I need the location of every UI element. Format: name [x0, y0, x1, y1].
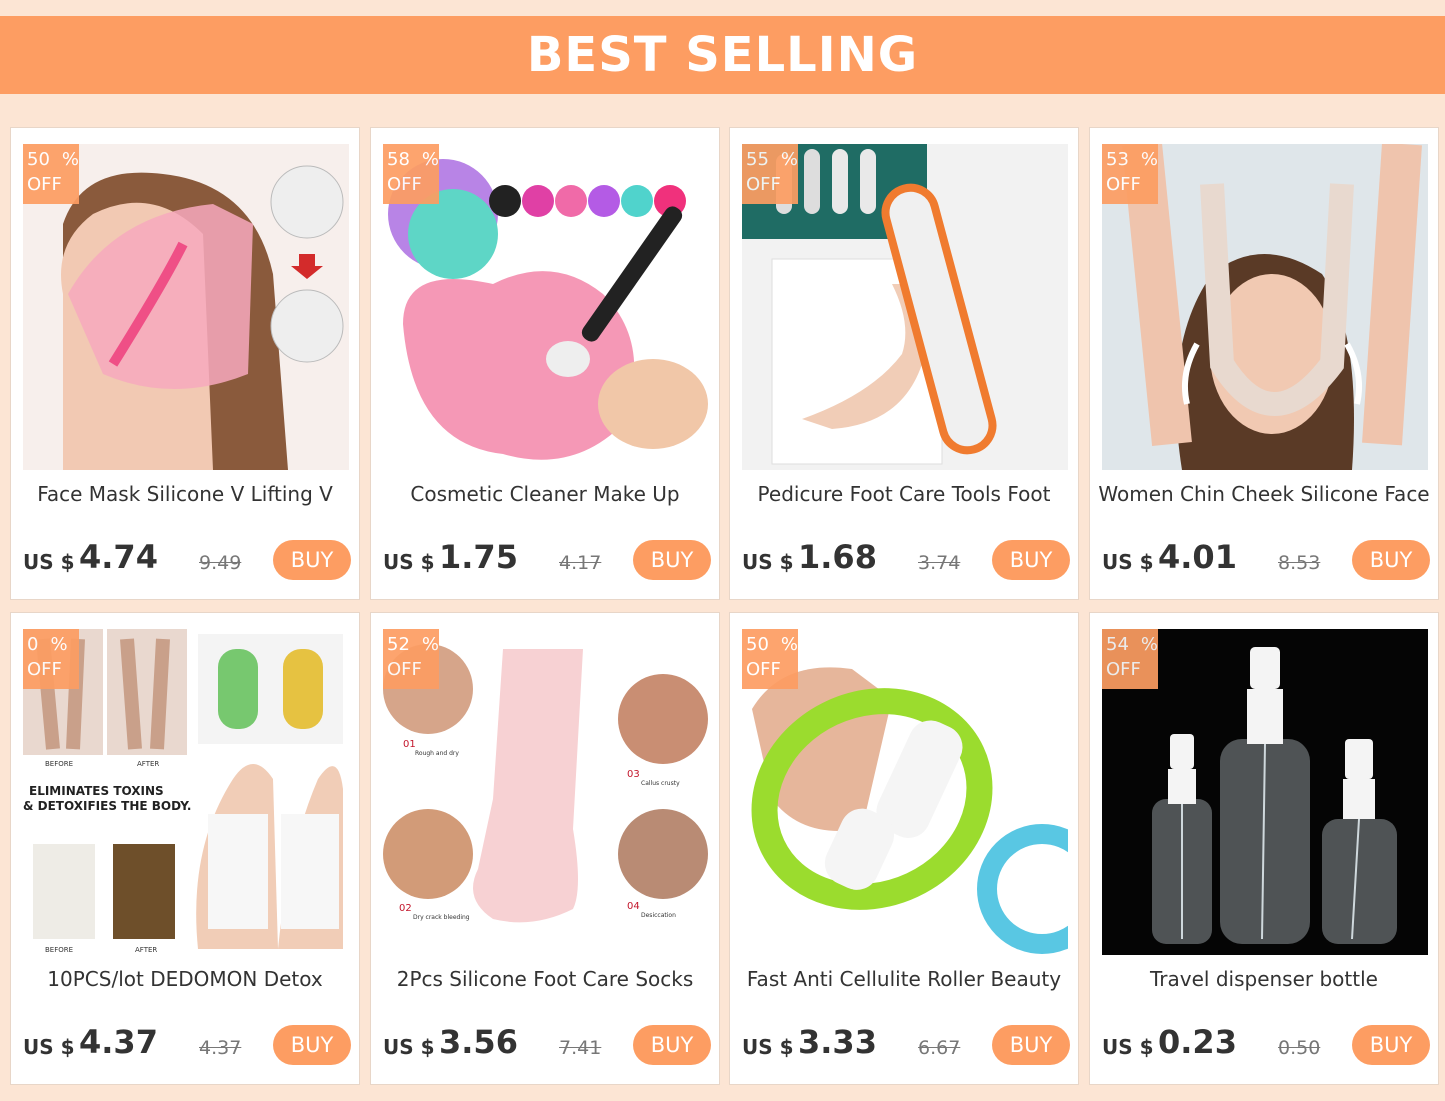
product-title[interactable]: Pedicure Foot Care Tools Foot	[736, 482, 1072, 514]
discount-badge: 58% OFF	[383, 144, 439, 204]
discount-badge: 0% OFF	[23, 629, 79, 689]
discount-badge: 53% OFF	[1102, 144, 1158, 204]
original-price: 9.49	[199, 552, 242, 574]
product-card[interactable]: 50% OFF Face Mask Silicone V Lifting V U…	[10, 127, 360, 600]
original-price: 4.17	[559, 552, 602, 574]
buy-button[interactable]: BUY	[992, 540, 1070, 580]
original-price: 3.74	[918, 552, 961, 574]
currency-label: US $	[1102, 550, 1154, 574]
price-row: US $ 1.68 3.74 BUY	[742, 538, 1070, 582]
currency-label: US $	[23, 550, 75, 574]
buy-button[interactable]: BUY	[633, 540, 711, 580]
discount-badge: 52% OFF	[383, 629, 439, 689]
svg-text:03: 03	[627, 769, 640, 780]
sale-price: 4.01	[1158, 538, 1237, 576]
buy-button[interactable]: BUY	[273, 540, 351, 580]
currency-label: US $	[742, 1035, 794, 1059]
price-row: US $ 1.75 4.17 BUY	[383, 538, 711, 582]
product-title[interactable]: Cosmetic Cleaner Make Up	[377, 482, 713, 514]
price-row: US $ 4.37 4.37 BUY	[23, 1023, 351, 1067]
discount-badge: 54% OFF	[1102, 629, 1158, 689]
buy-button[interactable]: BUY	[1352, 1025, 1430, 1065]
price-row: US $ 3.33 6.67 BUY	[742, 1023, 1070, 1067]
price-row: US $ 0.23 0.50 BUY	[1102, 1023, 1430, 1067]
product-photo-foot-file[interactable]: 55% OFF	[742, 144, 1068, 470]
sale-price: 1.68	[798, 538, 877, 576]
product-card[interactable]: 01 Rough and dry 02 Dry crack bleeding 0…	[370, 612, 720, 1085]
product-card[interactable]: 58% OFF Cosmetic Cleaner Make Up US $ 1.…	[370, 127, 720, 600]
discount-badge: 55% OFF	[742, 144, 798, 204]
svg-text:02: 02	[399, 903, 412, 914]
product-photo-detox-patch[interactable]: BEFORE AFTER ELIMINATES TOXINS & DETOXIF…	[23, 629, 349, 955]
original-price: 6.67	[918, 1037, 961, 1059]
sale-price: 4.74	[79, 538, 158, 576]
svg-text:Rough and dry: Rough and dry	[415, 750, 459, 757]
currency-label: US $	[742, 550, 794, 574]
sale-price: 3.56	[439, 1023, 518, 1061]
svg-text:Desiccation: Desiccation	[641, 912, 676, 919]
price-row: US $ 3.56 7.41 BUY	[383, 1023, 711, 1067]
product-photo-brush-cleaner[interactable]: 58% OFF	[383, 144, 709, 470]
currency-label: US $	[1102, 1035, 1154, 1059]
svg-text:AFTER: AFTER	[137, 760, 159, 768]
sale-price: 3.33	[798, 1023, 877, 1061]
buy-button[interactable]: BUY	[1352, 540, 1430, 580]
svg-text:& DETOXIFIES THE BODY.: & DETOXIFIES THE BODY.	[23, 799, 191, 813]
currency-label: US $	[23, 1035, 75, 1059]
price-row: US $ 4.74 9.49 BUY	[23, 538, 351, 582]
svg-text:Dry crack bleeding: Dry crack bleeding	[413, 914, 470, 921]
product-title[interactable]: 10PCS/lot DEDOMON Detox	[17, 967, 353, 999]
discount-badge: 50% OFF	[23, 144, 79, 204]
product-card[interactable]: BEFORE AFTER ELIMINATES TOXINS & DETOXIF…	[10, 612, 360, 1085]
svg-text:BEFORE: BEFORE	[45, 760, 73, 768]
svg-text:04: 04	[627, 901, 640, 912]
svg-text:ELIMINATES TOXINS: ELIMINATES TOXINS	[29, 784, 164, 798]
price-row: US $ 4.01 8.53 BUY	[1102, 538, 1430, 582]
sale-price: 4.37	[79, 1023, 158, 1061]
product-photo-face-mask[interactable]: 50% OFF	[23, 144, 349, 470]
product-title[interactable]: Women Chin Cheek Silicone Face	[1096, 482, 1432, 514]
discount-badge: 50% OFF	[742, 629, 798, 689]
product-title[interactable]: 2Pcs Silicone Foot Care Socks	[377, 967, 713, 999]
svg-text:Callus crusty: Callus crusty	[641, 780, 680, 787]
product-title[interactable]: Face Mask Silicone V Lifting V	[17, 482, 353, 514]
product-grid: 50% OFF Face Mask Silicone V Lifting V U…	[0, 0, 1445, 1101]
svg-text:01: 01	[403, 739, 416, 750]
currency-label: US $	[383, 1035, 435, 1059]
original-price: 0.50	[1278, 1037, 1321, 1059]
product-photo-foot-socks[interactable]: 01 Rough and dry 02 Dry crack bleeding 0…	[383, 629, 709, 955]
svg-text:AFTER: AFTER	[135, 946, 157, 954]
original-price: 8.53	[1278, 552, 1321, 574]
original-price: 7.41	[559, 1037, 602, 1059]
buy-button[interactable]: BUY	[273, 1025, 351, 1065]
product-photo-chin-strap[interactable]: 53% OFF	[1102, 144, 1428, 470]
product-card[interactable]: 53% OFF Women Chin Cheek Silicone Face U…	[1089, 127, 1439, 600]
svg-text:BEFORE: BEFORE	[45, 946, 73, 954]
buy-button[interactable]: BUY	[992, 1025, 1070, 1065]
sale-price: 0.23	[1158, 1023, 1237, 1061]
original-price: 4.37	[199, 1037, 242, 1059]
product-card[interactable]: 50% OFF Fast Anti Cellulite Roller Beaut…	[729, 612, 1079, 1085]
currency-label: US $	[383, 550, 435, 574]
sale-price: 1.75	[439, 538, 518, 576]
product-card[interactable]: 55% OFF Pedicure Foot Care Tools Foot US…	[729, 127, 1079, 600]
product-photo-roller[interactable]: 50% OFF	[742, 629, 1068, 955]
buy-button[interactable]: BUY	[633, 1025, 711, 1065]
product-title[interactable]: Fast Anti Cellulite Roller Beauty	[736, 967, 1072, 999]
product-photo-spray-bottle[interactable]: 54% OFF	[1102, 629, 1428, 955]
product-card[interactable]: 54% OFF Travel dispenser bottle US $ 0.2…	[1089, 612, 1439, 1085]
product-title[interactable]: Travel dispenser bottle	[1096, 967, 1432, 999]
